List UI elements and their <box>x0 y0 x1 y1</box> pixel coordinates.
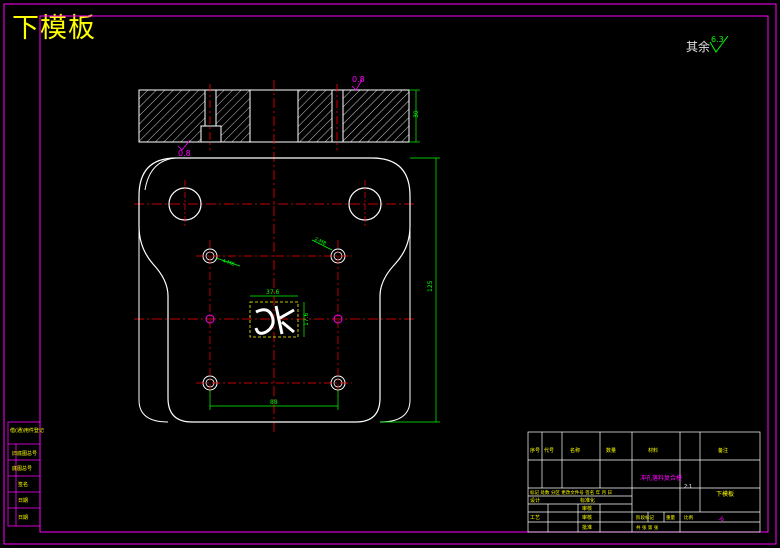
tb-weight: 重量 <box>666 514 675 521</box>
tb-part-name: 下模板 <box>716 490 734 498</box>
side-view: 30 0.8 0.8 <box>138 75 420 158</box>
stamp-row-0: 借(通)用件登记 <box>10 427 44 434</box>
dim-height: 125 <box>427 280 434 292</box>
stamp-row-1: 旧底图总号 <box>12 450 37 457</box>
outer-frame <box>3 3 777 545</box>
left-stamp-labels: 借(通)用件登记 旧底图总号 底图总号 签名 日期 日期 <box>10 427 44 521</box>
tb-sheet: 共 张 第 张 <box>636 524 659 531</box>
hole-note-left: 4-M8 <box>221 258 235 268</box>
tb-hdr-qty: 数量 <box>606 447 616 454</box>
stamp-row-4: 日期 <box>18 498 28 504</box>
tb-hdr-code: 代号 <box>544 447 554 454</box>
cad-drawing: 6.3 30 0.8 0.8 88 125 37.6 17.6 4-M8 2-M… <box>3 3 777 545</box>
roughness-value: 6.3 <box>711 35 724 44</box>
die-profile <box>254 305 295 335</box>
stamp-row-3: 签名 <box>18 481 28 488</box>
tb-drawing-no: -6 <box>718 516 724 523</box>
tb-hdr-name: 名称 <box>570 447 580 454</box>
tb-stage-mark: 阶段标记 <box>636 514 654 521</box>
tb-hdr-material: 材料 <box>648 447 658 454</box>
hole-note-right: 2-M8 <box>313 236 327 247</box>
tb-scale: 比例 <box>684 514 693 521</box>
stamp-row-2: 底图总号 <box>12 465 32 472</box>
stamp-row-5: 日期 <box>18 515 28 521</box>
tb-approve: 批准 <box>582 524 592 531</box>
left-stamp <box>7 421 41 527</box>
dim-cavity-height: 17.6 <box>303 312 310 326</box>
tb-hdr-remark: 备注 <box>718 447 728 454</box>
tb-hdr-seq: 序号 <box>530 447 540 454</box>
dim-width: 88 <box>270 399 278 406</box>
tb-process: 工艺 <box>530 515 540 521</box>
tb-check: 审核 <box>582 505 592 512</box>
tb-standard: 标准化 <box>580 497 595 504</box>
drawing-canvas: 下模板 其余 6.3 30 0.8 0.8 88 125 37.6 17.6 4… <box>0 0 780 548</box>
roughness-symbol: 6.3 <box>709 35 729 53</box>
side-roughness-top: 0.8 <box>352 75 365 84</box>
tb-scale-value: 2:1 <box>684 484 692 490</box>
side-roughness-side: 0.8 <box>178 149 191 158</box>
tb-design: 设计 <box>530 497 540 504</box>
tb-project: 冲孔落料复合模 <box>640 474 682 482</box>
tb-row-revision: 标记 处数 分区 更改文件号 签名 年 月 日 <box>530 489 612 496</box>
side-dim-height: 30 <box>413 110 420 118</box>
dim-cavity-width: 37.6 <box>266 289 280 296</box>
tb-review: 审核 <box>582 514 592 521</box>
